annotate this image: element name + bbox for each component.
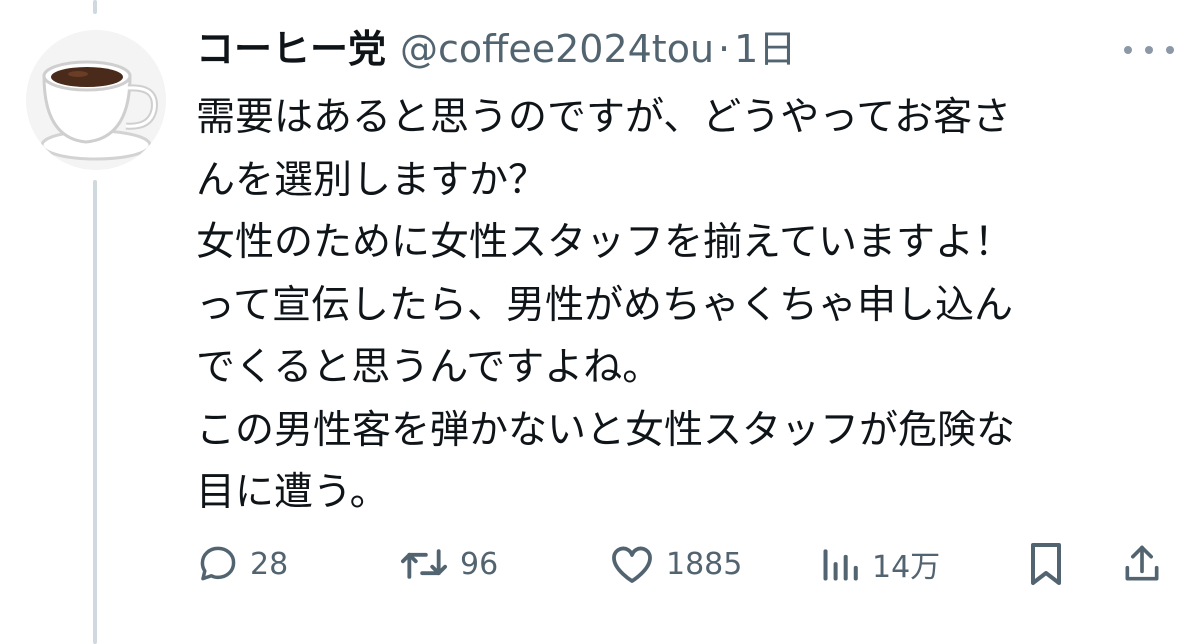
views-button[interactable]: 14万 bbox=[818, 536, 940, 592]
retweet-button[interactable]: 96 bbox=[398, 536, 498, 592]
retweet-icon bbox=[400, 549, 448, 579]
views-bar-chart-icon bbox=[823, 549, 858, 581]
action-bar: 28 96 1885 14万 bbox=[190, 536, 1180, 592]
share-button[interactable] bbox=[1120, 536, 1164, 592]
like-count: 1885 bbox=[666, 546, 743, 582]
tweet-text: 需要はあると思うのですが、どうやってお客さ んを選別しますか？ 女性のために女性… bbox=[196, 87, 1156, 525]
tweet-line: って宣伝したら、男性がめちゃくちゃ申し込ん bbox=[196, 282, 1014, 328]
tweet-line: 需要はあると思うのですが、どうやってお客さ bbox=[196, 95, 1012, 140]
tweet: コーヒー党 @coffee2024tou · 1日 需要はあると思うのですが、ど… bbox=[0, 0, 1200, 644]
thread-line-top bbox=[93, 0, 97, 14]
dot bbox=[1145, 46, 1153, 54]
bookmark-button[interactable] bbox=[1026, 536, 1066, 592]
avatar[interactable] bbox=[26, 30, 166, 170]
like-button[interactable]: 1885 bbox=[608, 536, 742, 592]
dot bbox=[1124, 46, 1132, 54]
separator-dot: · bbox=[718, 27, 731, 71]
views-count: 14万 bbox=[872, 550, 941, 585]
more-dots-icon[interactable] bbox=[1124, 38, 1174, 62]
tweet-line: んを選別しますか？ bbox=[196, 157, 548, 203]
tweet-line: 女性のために女性スタッフを揃えていますよ！ bbox=[196, 220, 1014, 265]
bookmark-icon bbox=[1031, 543, 1061, 585]
tweet-line: でくると思うんですよね。 bbox=[196, 345, 662, 390]
timestamp[interactable]: 1日 bbox=[734, 18, 796, 80]
reply-button[interactable]: 28 bbox=[196, 536, 288, 592]
coffee-cup-icon bbox=[26, 30, 166, 170]
share-upload-icon bbox=[1125, 545, 1159, 581]
tweet-header: コーヒー党 @coffee2024tou · 1日 bbox=[196, 18, 796, 80]
heart-icon bbox=[612, 546, 652, 583]
retweet-count: 96 bbox=[460, 546, 499, 582]
display-name[interactable]: コーヒー党 bbox=[196, 18, 386, 80]
tweet-line: この男性客を弾かないと女性スタッフが危険な bbox=[196, 407, 1016, 453]
thread-line bbox=[93, 180, 97, 644]
dot bbox=[1166, 46, 1174, 54]
reply-bubble-icon bbox=[200, 546, 236, 581]
user-handle[interactable]: @coffee2024tou bbox=[400, 18, 714, 80]
reply-count: 28 bbox=[250, 546, 289, 582]
tweet-line: 目に遭う。 bbox=[196, 470, 389, 515]
